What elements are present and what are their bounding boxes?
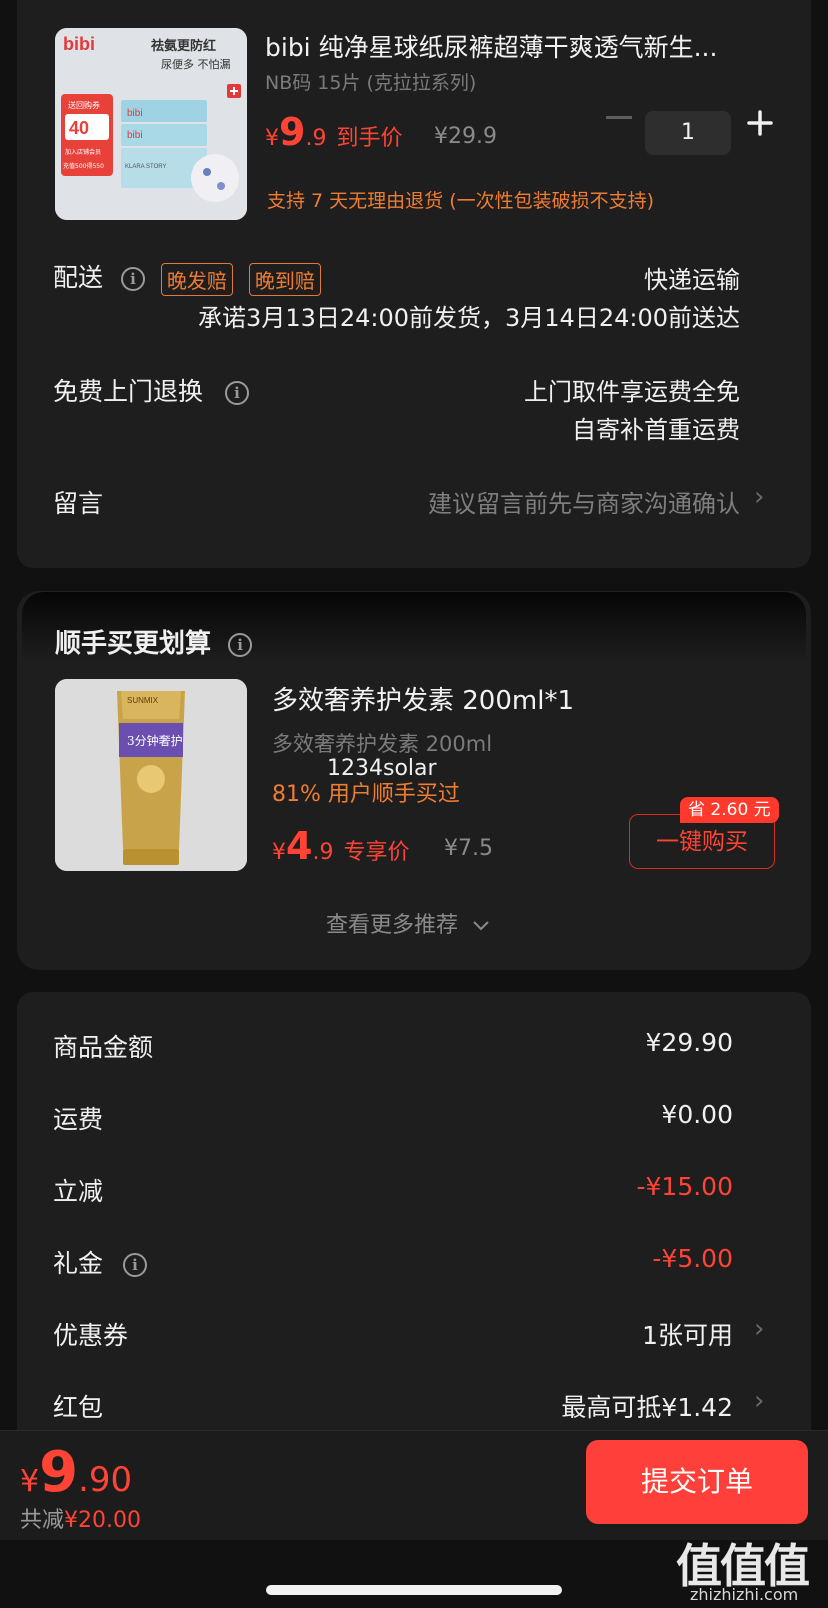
currency-symbol: ¥ xyxy=(272,840,286,865)
quantity-input[interactable]: 1 xyxy=(645,111,731,155)
free-return-label: 免费上门退换 xyxy=(53,377,204,406)
message-input[interactable]: 建议留言前先与商家沟通确认 xyxy=(428,484,740,519)
summary-label: 红包 xyxy=(53,1393,104,1422)
savings-badge: 省 2.60 元 xyxy=(680,797,779,823)
svg-text:bibi: bibi xyxy=(63,34,95,54)
svg-text:KLARA STORY: KLARA STORY xyxy=(125,164,166,170)
product-thumbnail[interactable]: bibi 祛氨更防红 尿便多 不怕漏 送回购券 40 加入店铺会员 充值500得… xyxy=(55,28,247,220)
svg-text:bibi: bibi xyxy=(127,130,143,141)
addon-section-header: 顺手买更划算 i xyxy=(55,623,253,660)
svg-text:祛氨更防红: 祛氨更防红 xyxy=(151,38,216,54)
svg-text:3分钟奢护: 3分钟奢护 xyxy=(127,733,183,748)
return-pickup-info: 上门取件享运费全免 xyxy=(524,378,740,406)
info-icon[interactable]: i xyxy=(120,267,145,291)
see-more-recommendations[interactable]: 查看更多推荐 xyxy=(326,907,491,939)
price-tag: 专享价 xyxy=(343,840,410,865)
see-more-label: 查看更多推荐 xyxy=(326,913,459,938)
summary-row-gift: 礼金 i xyxy=(53,1244,147,1280)
free-return-row: 免费上门退换 i xyxy=(53,372,249,408)
svg-text:充值500得550: 充值500得550 xyxy=(63,162,104,170)
message-label: 留言 xyxy=(53,489,104,518)
product-spec[interactable]: NB码 15片 (克拉拉系列) xyxy=(265,68,476,95)
summary-value: -¥15.00 xyxy=(636,1172,734,1201)
delivery-label: 配送 xyxy=(53,263,104,292)
svg-text:SUNMIX: SUNMIX xyxy=(127,696,159,705)
total-savings: 共减¥20.00 xyxy=(20,1502,141,1534)
summary-value: ¥29.90 xyxy=(645,1028,733,1057)
currency-symbol: ¥ xyxy=(265,126,279,151)
original-price: ¥29.9 xyxy=(434,124,497,149)
late-ship-badge: 晚发赔 xyxy=(160,262,233,296)
coupon-selector[interactable]: 1张可用 xyxy=(642,1316,733,1352)
price-integer: 4 xyxy=(286,824,313,868)
total-decimal: .90 xyxy=(78,1460,133,1500)
addon-social-proof: 81% 用户顺手买过 xyxy=(272,782,460,807)
return-self-ship-info: 自寄补首重运费 xyxy=(572,416,740,444)
svg-text:40: 40 xyxy=(69,118,89,138)
conditioner-tube-image: 3分钟奢护 SUNMIX xyxy=(55,679,247,871)
price-decimal: .9 xyxy=(305,126,327,151)
addon-spec: 多效奢养护发素 200ml xyxy=(272,732,493,756)
summary-label: 商品金额 xyxy=(53,1033,154,1062)
addon-section-title: 顺手买更划算 xyxy=(55,629,212,659)
chevron-right-icon[interactable]: › xyxy=(754,482,764,512)
svg-text:送回购券: 送回购券 xyxy=(68,100,100,110)
svg-text:bibi: bibi xyxy=(127,108,143,119)
product-price: ¥9.9 到手价 xyxy=(265,110,402,154)
delivery-row: 配送 i 晚发赔 晚到赔 xyxy=(53,258,321,296)
chevron-down-icon xyxy=(473,921,489,931)
addon-original-price: ¥7.5 xyxy=(444,836,493,861)
red-packet-selector[interactable]: 最高可抵¥1.42 xyxy=(561,1388,733,1424)
currency-symbol: ¥ xyxy=(20,1464,40,1499)
chevron-right-icon[interactable]: › xyxy=(754,1386,764,1416)
return-policy-text: 支持 7 天无理由退货 (一次性包装破损不支持) xyxy=(267,190,655,212)
addon-thumbnail[interactable]: 3分钟奢护 SUNMIX xyxy=(55,679,247,871)
product-title[interactable]: bibi 纯净星球纸尿裤超薄干爽透气新生... xyxy=(265,28,765,64)
late-arrive-badge: 晚到赔 xyxy=(248,262,321,296)
summary-label: 立减 xyxy=(53,1177,104,1206)
total-integer: 9 xyxy=(39,1440,79,1505)
addon-price: ¥4.9 专享价 xyxy=(272,824,409,868)
summary-value: ¥0.00 xyxy=(661,1100,733,1129)
site-watermark-url: zhizhizhi.com xyxy=(690,1585,799,1604)
price-integer: 9 xyxy=(279,110,306,154)
summary-label: 礼金 xyxy=(53,1249,104,1278)
addon-title[interactable]: 多效奢养护发素 200ml*1 xyxy=(272,680,574,717)
savings-label: 共减 xyxy=(20,1508,65,1533)
chevron-right-icon[interactable]: › xyxy=(754,1314,764,1344)
delivery-method: 快递运输 xyxy=(644,266,740,294)
price-decimal: .9 xyxy=(312,840,334,865)
savings-value: ¥20.00 xyxy=(64,1508,141,1533)
price-tag: 到手价 xyxy=(336,126,403,151)
svg-text:尿便多 不怕漏: 尿便多 不怕漏 xyxy=(161,57,231,71)
summary-label: 优惠券 xyxy=(53,1321,129,1350)
info-icon[interactable]: i xyxy=(224,381,249,405)
delivery-promise: 承诺3月13日24:00前发货，3月14日24:00前送达 xyxy=(198,304,740,332)
diaper-package-image: bibi 祛氨更防红 尿便多 不怕漏 送回购券 40 加入店铺会员 充值500得… xyxy=(55,28,247,220)
home-indicator[interactable] xyxy=(266,1585,562,1595)
info-icon[interactable]: i xyxy=(228,632,253,657)
total-price: ¥9.90 xyxy=(20,1440,132,1505)
submit-order-button[interactable]: 提交订单 xyxy=(586,1440,808,1524)
info-icon[interactable]: i xyxy=(122,1253,147,1277)
summary-value: -¥5.00 xyxy=(652,1244,733,1273)
summary-label: 运费 xyxy=(53,1105,104,1134)
quantity-increase-button[interactable] xyxy=(745,108,775,138)
svg-text:加入店铺会员: 加入店铺会员 xyxy=(65,148,101,156)
quantity-decrease-button[interactable] xyxy=(606,116,632,119)
